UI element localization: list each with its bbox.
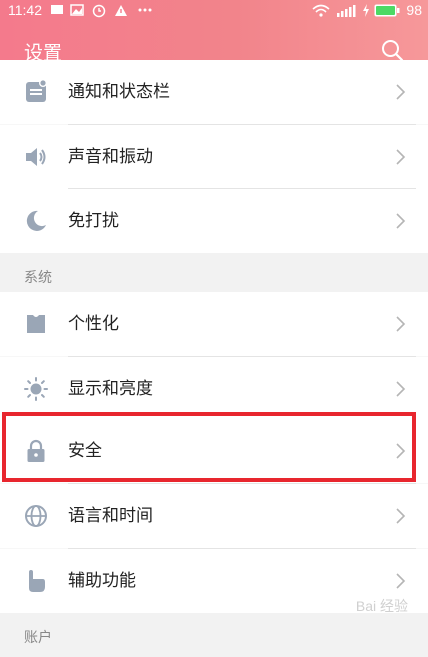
settings-item-label: 显示和亮度: [68, 379, 153, 399]
chevron-right-icon: [396, 213, 406, 229]
chevron-right-icon: [396, 508, 406, 524]
signal-icon: [337, 5, 356, 17]
alarm-icon: [92, 4, 106, 18]
chevron-right-icon: [396, 573, 406, 589]
settings-item-do-not-disturb[interactable]: 免打扰: [0, 189, 428, 253]
chevron-right-icon: [396, 84, 406, 100]
settings-item-label: 声音和振动: [68, 147, 153, 167]
settings-item-label: 安全: [68, 441, 102, 461]
chevron-right-icon: [396, 443, 406, 459]
settings-item-label: 辅助功能: [68, 571, 136, 591]
battery-percent: 98: [406, 2, 422, 18]
moon-icon: [26, 210, 46, 231]
watermark: Bai 经验: [355, 598, 408, 614]
settings-item-label: 语言和时间: [68, 506, 153, 526]
chevron-right-icon: [396, 149, 406, 165]
section-label: 系统: [24, 270, 52, 286]
settings-item-personalization[interactable]: 个性化: [0, 292, 428, 356]
settings-item-sound[interactable]: 声音和振动: [0, 125, 428, 189]
shirt-icon: [27, 315, 45, 333]
settings-item-display[interactable]: 显示和亮度: [0, 357, 428, 421]
globe-icon: [25, 505, 47, 527]
settings-item-label: 个性化: [68, 314, 119, 334]
settings-item-label: 通知和状态栏: [68, 82, 170, 102]
image-icon: [70, 4, 84, 16]
more-icon: [138, 8, 152, 12]
status-time: 11:42: [8, 2, 42, 18]
charging-icon: [363, 4, 369, 17]
status-bar: 11:42 98: [0, 0, 428, 22]
settings-item-language[interactable]: 语言和时间: [0, 484, 428, 548]
section-label: 账户: [24, 630, 52, 646]
speaker-icon: [26, 148, 46, 166]
section-header-account: 账户: [0, 613, 428, 657]
warning-icon: [115, 5, 127, 16]
settings-item-label: 免打扰: [68, 211, 119, 231]
wifi-icon: [312, 4, 330, 17]
notification-icon: [26, 80, 47, 102]
settings-item-notifications[interactable]: 通知和状态栏: [0, 60, 428, 124]
chevron-right-icon: [396, 316, 406, 332]
section-header-system: 系统: [0, 253, 428, 297]
battery-icon: [374, 4, 400, 17]
message-icon: [51, 5, 63, 14]
hand-icon: [29, 570, 45, 592]
lock-icon: [27, 439, 45, 462]
search-icon[interactable]: [380, 38, 404, 62]
chevron-right-icon: [396, 381, 406, 397]
settings-item-security[interactable]: 安全: [0, 419, 428, 483]
brightness-icon: [24, 377, 48, 401]
